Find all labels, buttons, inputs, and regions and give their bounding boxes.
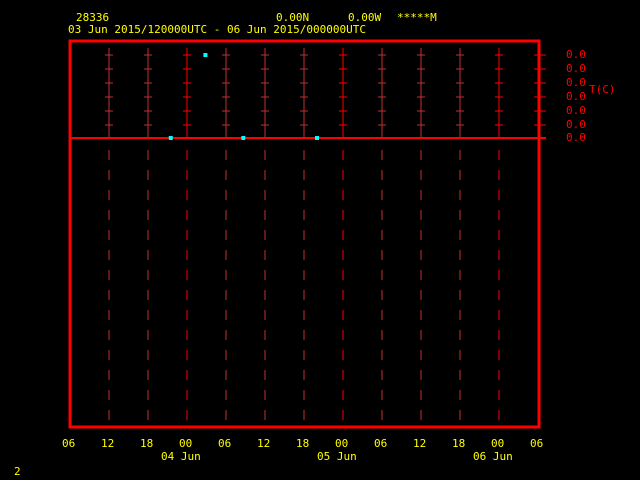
x-tick-label: 18 [296, 437, 310, 450]
x-tick-label: 00 [179, 437, 193, 450]
x-tick-label: 06 [530, 437, 544, 450]
y-tick-label: 0.0 [566, 104, 586, 117]
x-date-label: 04 Jun [161, 450, 201, 463]
y-axis-label: T(C) [589, 83, 616, 96]
data-point-marker [315, 136, 319, 140]
x-tick-label: 12 [257, 437, 271, 450]
meteogram-plot [68, 39, 546, 429]
x-tick-label: 18 [452, 437, 466, 450]
y-tick-label: 0.0 [566, 48, 586, 61]
x-tick-label: 12 [101, 437, 115, 450]
x-date-label: 06 Jun [473, 450, 513, 463]
x-tick-label: 00 [335, 437, 349, 450]
x-tick-label: 06 [218, 437, 232, 450]
data-point-marker [168, 136, 173, 140]
y-tick-label: 0.0 [566, 76, 586, 89]
x-tick-label: 06 [62, 437, 76, 450]
y-tick-label: 0.0 [566, 131, 586, 144]
y-tick-label: 0.0 [566, 118, 586, 131]
x-tick-label: 12 [413, 437, 427, 450]
x-tick-label: 00 [491, 437, 505, 450]
y-tick-label: 0.0 [566, 62, 586, 75]
x-date-label: 05 Jun [317, 450, 357, 463]
x-tick-label: 18 [140, 437, 154, 450]
x-tick-label: 06 [374, 437, 388, 450]
y-tick-label: 0.0 [566, 90, 586, 103]
data-point-marker [203, 53, 208, 57]
data-point-marker [241, 136, 246, 140]
